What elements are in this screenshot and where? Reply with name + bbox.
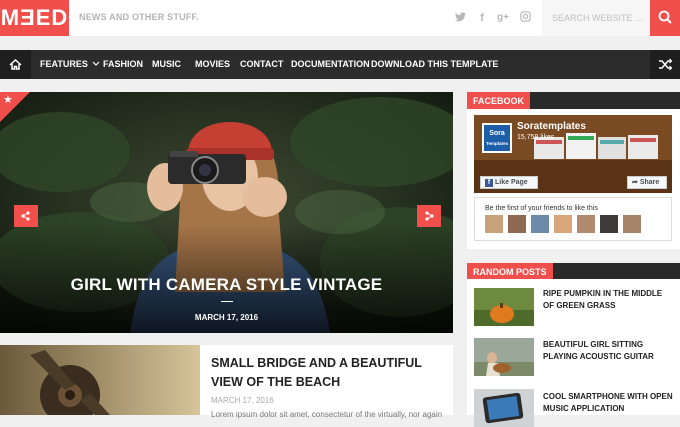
- friend-avatar[interactable]: [531, 215, 549, 233]
- random-post-title[interactable]: BEAUTIFUL GIRL SITTING PLAYING ACOUSTIC …: [543, 339, 673, 363]
- widget-title: FACEBOOK: [467, 92, 531, 110]
- google-plus-icon[interactable]: g+: [496, 11, 510, 25]
- post-title[interactable]: SMALL BRIDGE AND A BEAUTIFUL VIEW OF THE…: [211, 354, 446, 392]
- friends-text: Be the first of your friends to like thi…: [485, 205, 598, 212]
- post-thumbnail[interactable]: [474, 389, 534, 427]
- facebook-icon: f: [485, 179, 493, 187]
- search-box: [542, 0, 650, 36]
- nav-item-download-template[interactable]: DOWNLOAD THIS TEMPLATE: [371, 50, 498, 79]
- page-logo-text: Sora: [489, 130, 505, 137]
- share-icon: [425, 211, 434, 221]
- nav-item-movies[interactable]: MOVIES: [195, 50, 230, 79]
- site-header: MƎED NEWS AND OTHER STUFF. f g+: [0, 0, 680, 36]
- friend-avatar[interactable]: [508, 215, 526, 233]
- facebook-friends-panel: [474, 197, 672, 241]
- facebook-cover[interactable]: Sora Templates Soratemplates 15,759 like…: [474, 115, 672, 193]
- random-post-button[interactable]: [650, 50, 680, 79]
- nav-item-fashion[interactable]: FASHION: [103, 50, 143, 79]
- post-thumbnail[interactable]: [0, 345, 200, 415]
- main-navigation: FEATURES FASHION MUSIC MOVIES CONTACT DO…: [0, 50, 680, 79]
- site-tagline: NEWS AND OTHER STUFF.: [79, 12, 199, 22]
- post-thumbnail[interactable]: [474, 338, 534, 376]
- nav-item-label: FEATURES: [40, 59, 88, 69]
- search-icon: [658, 10, 672, 24]
- chevron-down-icon: [92, 61, 100, 66]
- post-thumbnail[interactable]: [474, 288, 534, 326]
- friend-avatar[interactable]: [554, 215, 572, 233]
- slide-title[interactable]: GIRL WITH CAMERA STYLE VINTAGE: [0, 275, 453, 295]
- like-page-button[interactable]: f Like Page: [480, 176, 538, 189]
- nav-item-contact[interactable]: CONTACT: [240, 50, 283, 79]
- friend-avatar[interactable]: [577, 215, 595, 233]
- friend-avatar[interactable]: [485, 215, 503, 233]
- page-likes: 15,759 likes: [517, 134, 555, 141]
- featured-slider[interactable]: ★: [0, 92, 453, 333]
- site-logo[interactable]: MƎED: [0, 0, 69, 36]
- nav-item-features[interactable]: FEATURES: [40, 50, 100, 79]
- star-icon: ★: [3, 94, 13, 106]
- share-arrow-icon: ➦: [632, 179, 638, 186]
- slide-date: MARCH 17, 2016: [194, 313, 259, 322]
- friend-avatar[interactable]: [600, 215, 618, 233]
- divider: [221, 301, 233, 302]
- facebook-icon[interactable]: f: [475, 11, 489, 25]
- search-button[interactable]: [650, 0, 680, 36]
- share-icon: [21, 211, 30, 221]
- random-post-title[interactable]: COOL SMARTPHONE WITH OPEN MUSIC APPLICAT…: [543, 391, 673, 415]
- shuffle-icon: [659, 58, 673, 71]
- random-post-title[interactable]: RIPE PUMPKIN IN THE MIDDLE OF GREEN GRAS…: [543, 288, 673, 312]
- page-logo-subtext: Templates: [486, 141, 508, 146]
- search-input[interactable]: [552, 0, 647, 36]
- page-name[interactable]: Soratemplates: [517, 121, 586, 132]
- share-label: Share: [639, 179, 660, 186]
- twitter-icon[interactable]: [453, 11, 467, 25]
- slide-image: [0, 92, 453, 333]
- friend-avatar[interactable]: [623, 215, 641, 233]
- instagram-icon[interactable]: [518, 11, 532, 25]
- like-page-label: Like Page: [495, 179, 528, 186]
- slider-prev-button[interactable]: [14, 205, 38, 227]
- slider-next-button[interactable]: [417, 205, 441, 227]
- home-icon: [9, 58, 22, 70]
- post-date: MARCH 17, 2016: [211, 396, 274, 405]
- nav-item-documentation[interactable]: DOCUMENTATION: [291, 50, 370, 79]
- share-button[interactable]: ➦ Share: [627, 176, 667, 189]
- facebook-widget-header: FACEBOOK: [467, 92, 680, 110]
- home-button[interactable]: [0, 50, 31, 79]
- page-logo: Sora Templates: [482, 123, 512, 153]
- nav-item-music[interactable]: MUSIC: [152, 50, 181, 79]
